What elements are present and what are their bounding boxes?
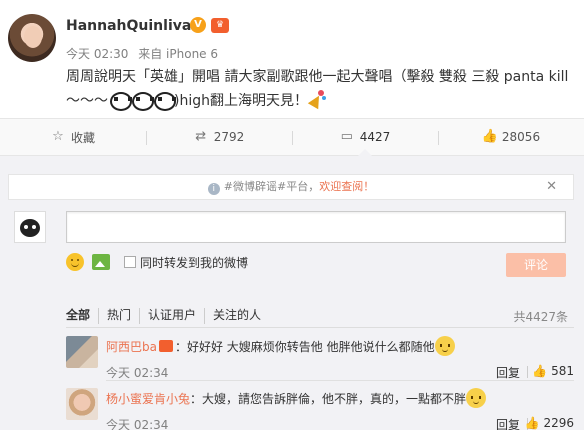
comment-like-count: 2296: [543, 416, 574, 430]
like-icon: 👍: [524, 416, 540, 430]
comment-filter-tabs: 全部 热门 认证用户 关注的人: [66, 308, 269, 324]
commenter-avatar[interactable]: [66, 336, 98, 368]
post-text-line2-prefix: ～～～: [66, 93, 108, 109]
doge-emoji-icon: [466, 388, 487, 408]
post-text-line2: ～～～ )high翻上海明天見！: [66, 89, 574, 113]
divider: [66, 327, 574, 328]
comment-button[interactable]: ▭ 4427: [292, 119, 438, 156]
commenter-avatar[interactable]: [66, 388, 98, 420]
post-content: 周周說明天「英雄」開唱 請大家副歌跟他一起大聲唱（擊殺 雙殺 三殺 panta …: [66, 65, 574, 113]
info-icon: i: [207, 183, 220, 195]
like-icon: 👍: [532, 364, 548, 378]
favorite-label: 收藏: [70, 130, 95, 145]
tab-following[interactable]: 关注的人: [204, 308, 269, 324]
comment-text: 杨小蜜爱肯小兔：大嫂，請您告訴胖倫，他不胖，真的，一點都不胖: [106, 388, 574, 409]
current-user-avatar: [14, 211, 46, 243]
notice-link[interactable]: 欢迎查阅！: [319, 180, 374, 193]
reply-button[interactable]: 回复: [496, 364, 520, 381]
comment-input[interactable]: [66, 211, 566, 243]
repost-button[interactable]: ⇄ 2792: [146, 119, 292, 155]
like-icon: 👍: [481, 129, 499, 144]
vip-badge-icon: [158, 340, 173, 352]
tab-hot[interactable]: 热门: [98, 308, 139, 324]
emoji-icon[interactable]: [66, 253, 84, 271]
repost-icon: ⇄: [195, 129, 207, 144]
comments-panel: i #微博辟谣#平台，欢迎查阅！ ✕ 同时转发到我的微博 评论 全部 热门 认证用…: [0, 156, 584, 430]
weibo-post: HannahQuinlivan V ♛ 今天 02:30 来自 iPhone 6…: [0, 0, 584, 118]
star-icon: ☆: [52, 129, 64, 144]
comment-time: 今天 02:34: [106, 418, 169, 430]
author-avatar[interactable]: [8, 14, 56, 62]
vip-badge-icon: ♛: [211, 18, 229, 33]
commenter-name[interactable]: 杨小蜜爱肯小兔: [106, 392, 190, 406]
post-action-bar: ☆ 收藏 ⇄ 2792 ▭ 4427 👍 28056: [0, 118, 584, 156]
doge-emoji-icon: [434, 336, 455, 356]
composer-tools: 同时转发到我的微博: [66, 252, 248, 272]
rumor-notice-banner: i #微博辟谣#平台，欢迎查阅！ ✕: [8, 174, 574, 200]
comment-like-button[interactable]: 👍 2296: [525, 416, 575, 430]
comment-count: 4427: [359, 130, 391, 144]
like-button[interactable]: 👍 28056: [438, 119, 584, 155]
post-source: 来自 iPhone 6: [138, 47, 219, 61]
comment-total-count: 共4427条: [513, 310, 568, 324]
comment-icon: ▭: [340, 129, 353, 144]
tab-verified[interactable]: 认证用户: [139, 308, 204, 324]
post-text-line1: 周周說明天「英雄」開唱 請大家副歌跟他一起大聲唱（擊殺 雙殺 三殺 panta …: [66, 69, 569, 85]
post-meta: 今天 02:30 来自 iPhone 6: [66, 45, 224, 62]
favorite-button[interactable]: ☆ 收藏: [0, 119, 146, 155]
like-count: 28056: [501, 130, 541, 144]
submit-comment-button[interactable]: 评论: [506, 253, 566, 277]
divider: [527, 366, 528, 378]
image-upload-icon[interactable]: [92, 254, 110, 270]
close-icon[interactable]: ✕: [546, 175, 557, 199]
verified-badge-icon: V: [190, 17, 206, 33]
post-time[interactable]: 今天 02:30: [66, 47, 128, 61]
panda-emoji-icon: [108, 90, 132, 111]
repost-checkbox-label[interactable]: 同时转发到我的微博: [140, 254, 248, 271]
panda-emoji-icon: [130, 90, 154, 111]
repost-checkbox[interactable]: [124, 256, 136, 268]
party-popper-icon: [308, 90, 326, 108]
author-username[interactable]: HannahQuinlivan: [66, 18, 201, 34]
repost-count: 2792: [213, 130, 245, 144]
comment-like-button[interactable]: 👍 581: [532, 364, 574, 378]
comment-time: 今天 02:34: [106, 366, 169, 380]
comment-like-count: 581: [551, 364, 574, 378]
divider: [106, 380, 574, 381]
comment-body: ：好好好 大嫂麻烦你转告他 他胖他说什么都随他: [174, 340, 435, 354]
comment-body: ：大嫂，請您告訴胖倫，他不胖，真的，一點都不胖: [190, 392, 467, 406]
reply-button[interactable]: 回复: [496, 416, 520, 430]
tab-all[interactable]: 全部: [66, 308, 98, 324]
notice-text[interactable]: #微博辟谣#平台，: [224, 180, 319, 193]
comment-text: 阿西巴ba ：好好好 大嫂麻烦你转告他 他胖他说什么都随他: [106, 336, 574, 357]
panda-emoji-icon: [152, 90, 176, 111]
commenter-name[interactable]: 阿西巴ba: [106, 340, 157, 354]
post-text-line2-suffix: )high翻上海明天見！: [174, 93, 308, 109]
